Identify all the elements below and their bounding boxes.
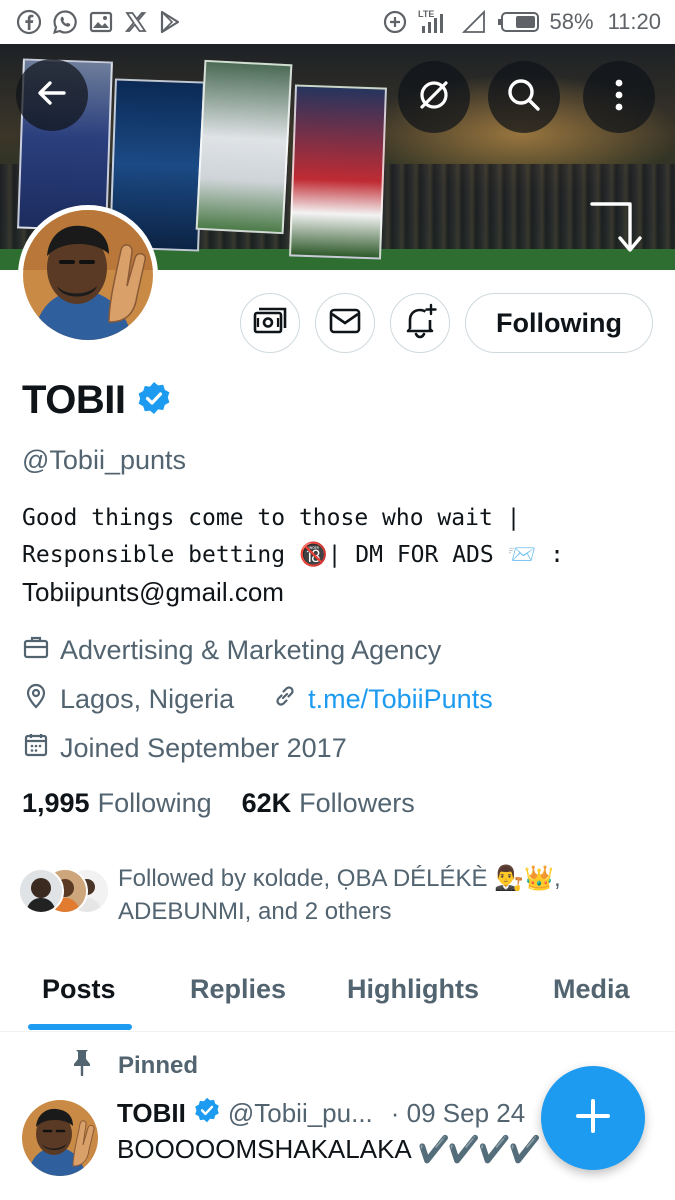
location-pin-icon [22,682,50,717]
following-stat[interactable]: 1,995 Following [22,788,212,819]
notifications-button[interactable] [390,293,450,353]
calendar-icon [22,731,50,766]
location-label: Lagos, Nigeria [60,684,235,714]
tip-button[interactable] [240,293,300,353]
banner-player-photo-4 [289,84,387,260]
post-body[interactable]: BOOOOOMSHAKALAKA ✔️✔️✔️✔️ [117,1134,541,1165]
profile-handle: @Tobii_punts [22,445,187,475]
following-count: 1,995 [22,788,90,818]
banner-player-photo-3 [195,59,293,235]
followed-by-text: Followed by ĸolɑde, ỌBA DÉLÉKÈ 👨‍⚖️👑, AD… [118,865,561,925]
link-icon [272,683,298,716]
back-button[interactable] [16,59,88,131]
post-header: TOBII @Tobii_pu... · 09 Sep 24 [117,1097,525,1130]
avatar-illustration [23,210,153,340]
profile-joined-row: Joined September 2017 [22,731,347,766]
battery-icon [496,11,540,33]
status-bar: LTE 58% 11:20 [0,0,675,44]
clock: 11:20 [607,9,661,34]
bio-line-2: Responsible betting 🔞| DM FOR ADS 📨 : [22,542,564,568]
bio-line-1: Good things come to those who wait | [22,505,521,531]
data-saver-icon [382,9,408,35]
post-avatar-illustration [22,1100,98,1176]
verified-badge-icon[interactable] [137,381,171,420]
verified-badge-icon [194,1097,220,1130]
pinned-label: Pinned [118,1051,199,1079]
followed-by-row[interactable]: Followed by ĸolɑde, ỌBA DÉLÉKÈ 👨‍⚖️👑, AD… [18,862,588,928]
battery-percent: 58% [549,9,594,34]
follower-avatar [18,868,64,914]
arrow-down-right-icon [588,198,644,261]
play-store-icon [158,9,182,35]
active-tab-indicator [28,1024,132,1030]
svg-text:LTE: LTE [418,9,434,19]
more-vertical-icon [613,77,625,118]
followers-stat[interactable]: 62K Followers [242,788,415,819]
profile-tabs: Posts Replies Highlights Media [0,960,675,1032]
post-author-name[interactable]: TOBII [117,1098,186,1129]
status-bar-system: LTE 58% 11:20 [382,8,661,36]
post-author-avatar[interactable] [22,1100,98,1176]
display-name: TOBII [22,378,126,422]
profile-bio: Good things come to those who wait | Res… [22,500,662,611]
mute-notifications-button[interactable] [398,61,470,133]
following-button[interactable]: Following [465,293,653,353]
whatsapp-icon [52,9,78,35]
status-bar-notifications [16,9,182,35]
profile-link[interactable]: t.me/TobiiPunts [308,684,493,715]
followers-stat-label: Followers [299,788,415,818]
briefcase-icon [22,633,50,668]
category-label: Advertising & Marketing Agency [60,635,442,665]
tab-highlights[interactable]: Highlights [347,974,479,1005]
profile-name-row: TOBII [22,378,171,423]
gallery-icon [88,9,114,35]
plus-icon [573,1096,613,1141]
signal-empty-icon [461,10,486,34]
post-date: · 09 Sep 24 [390,1098,526,1128]
post-checkmarks: ✔️✔️✔️✔️ [417,1134,541,1164]
facebook-icon [16,9,42,35]
x-icon [124,10,148,34]
followers-count: 62K [241,788,292,818]
more-options-button[interactable] [583,61,655,133]
joined-label: Joined September 2017 [60,733,347,763]
signal-lte-icon: LTE [418,8,452,36]
pinned-indicator: Pinned [70,1048,198,1083]
arrow-left-icon [34,75,70,116]
post-author-handle[interactable]: @Tobii_pu... [228,1098,373,1129]
profile-stats: 1,995 Following 62K Followers [22,788,415,819]
search-button[interactable] [488,61,560,133]
search-icon [504,75,544,120]
money-icon [252,305,288,342]
profile-category[interactable]: Advertising & Marketing Agency [22,633,441,668]
following-stat-label: Following [97,788,212,818]
compose-post-button[interactable] [541,1066,645,1170]
tab-media[interactable]: Media [553,974,630,1005]
tab-posts[interactable]: Posts [42,974,116,1005]
circle-slash-icon [414,75,454,120]
bell-plus-icon [402,303,438,344]
envelope-icon [328,306,362,341]
profile-avatar[interactable] [18,205,158,345]
bio-email[interactable]: Tobiipunts@gmail.com [22,574,662,611]
followed-by-avatars [18,868,110,916]
tab-replies[interactable]: Replies [190,974,286,1005]
pin-icon [70,1048,94,1083]
message-button[interactable] [315,293,375,353]
post-text: BOOOOOMSHAKALAKA [117,1134,411,1164]
profile-location-row: Lagos, Nigeria t.me/TobiiPunts [22,682,493,717]
